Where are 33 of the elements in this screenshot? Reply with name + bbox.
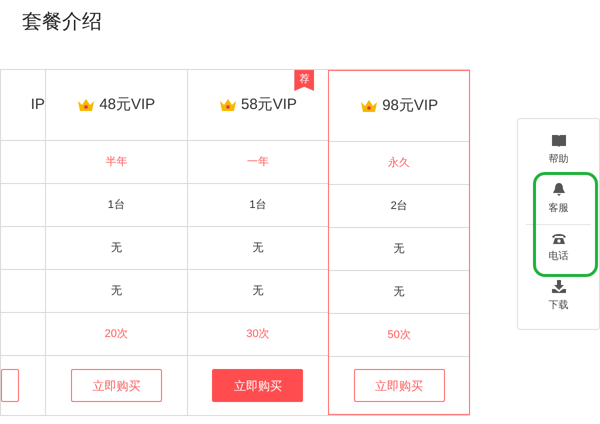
plan-name: 48元VIP <box>99 94 156 115</box>
plan-cell-text: 2台 <box>390 198 408 214</box>
plan-cell-text: 无 <box>252 284 264 299</box>
plan-name: 58元VIP <box>241 94 297 115</box>
side-panel-item[interactable]: 下载 <box>518 272 599 321</box>
buy-button[interactable] <box>1 369 19 402</box>
plan-cell-text: 永久 <box>388 156 410 171</box>
crown-icon <box>77 98 96 112</box>
recommend-badge: 荐 <box>294 70 314 91</box>
plan-cell-text: 无 <box>394 284 405 300</box>
plan-cell-text: 30次 <box>246 326 270 342</box>
plan-cell-text: 半年 <box>105 154 128 170</box>
bell-icon <box>552 183 564 196</box>
plan-cell-text: 无 <box>110 284 122 299</box>
plan-cell-text: 1台 <box>108 198 125 213</box>
plan-cell-text: 20次 <box>104 326 128 342</box>
crown-icon <box>360 99 378 113</box>
side-panel-item[interactable]: 电话 <box>518 225 599 272</box>
plan-cell-text: 50次 <box>388 328 411 343</box>
crown-icon <box>219 98 238 112</box>
plan-cell-text: 一年 <box>246 154 269 170</box>
download-icon <box>552 280 566 294</box>
side-panel-item[interactable]: 帮助 <box>518 127 599 176</box>
plan-name: 98元VIP <box>382 96 438 116</box>
plan-name: IP <box>30 94 45 115</box>
phone-icon <box>552 233 566 244</box>
plan-cell-text: 1台 <box>249 198 267 213</box>
side-panel-item[interactable]: 客服 <box>518 176 599 224</box>
plan-cell-text: 无 <box>394 242 405 257</box>
plan-cell-text: 无 <box>110 240 122 256</box>
page-title: 套餐介绍 <box>22 10 103 35</box>
book-icon <box>552 135 566 148</box>
plan-cell-text: 无 <box>252 240 264 256</box>
